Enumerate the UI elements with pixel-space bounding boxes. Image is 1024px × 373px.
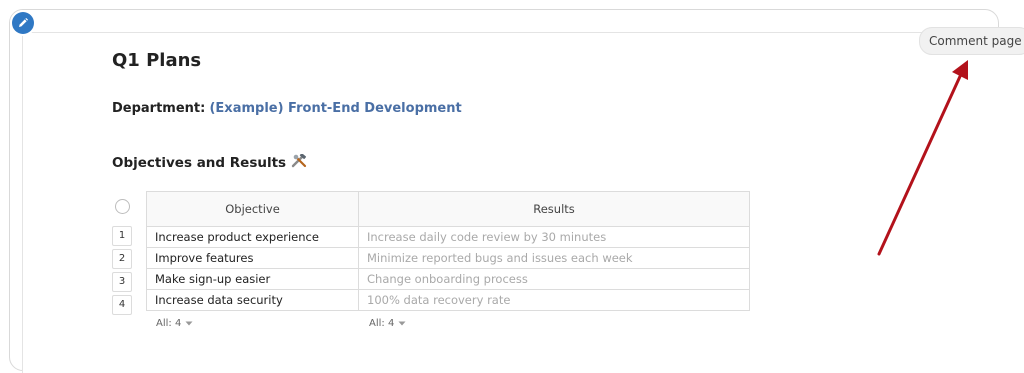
objective-count-label: All: 4 <box>156 318 182 329</box>
row-number[interactable]: 3 <box>112 272 132 292</box>
results-count-dropdown[interactable]: All: 4 <box>369 318 406 329</box>
row-number[interactable]: 2 <box>112 249 132 269</box>
column-header-objective[interactable]: Objective <box>146 191 359 227</box>
objectives-table: Objective Results Increase product exper… <box>146 191 750 311</box>
caret-down-icon <box>185 318 193 329</box>
result-cell[interactable]: Change onboarding process <box>358 268 750 290</box>
result-cell[interactable]: 100% data recovery rate <box>358 289 750 311</box>
objective-cell[interactable]: Increase data security <box>146 289 359 311</box>
objective-cell[interactable]: Improve features <box>146 247 359 269</box>
caret-down-icon <box>398 318 406 329</box>
table-row[interactable]: Improve features Minimize reported bugs … <box>146 247 750 269</box>
objective-count-dropdown[interactable]: All: 4 <box>156 318 193 329</box>
table-row[interactable]: Increase product experience Increase dai… <box>146 226 750 248</box>
section-heading: Objectives and Results <box>112 153 307 172</box>
objective-cell[interactable]: Increase product experience <box>146 226 359 248</box>
section-heading-text: Objectives and Results <box>112 155 287 171</box>
objective-cell[interactable]: Make sign-up easier <box>146 268 359 290</box>
pencil-icon <box>17 14 29 33</box>
select-all-radio[interactable] <box>115 199 130 214</box>
comment-page-button[interactable]: Comment page <box>919 27 1024 55</box>
result-cell[interactable]: Minimize reported bugs and issues each w… <box>358 247 750 269</box>
results-count-label: All: 4 <box>369 318 395 329</box>
row-number-column: 1 2 3 4 <box>112 226 132 318</box>
department-line: Department: (Example) Front-End Developm… <box>112 101 462 116</box>
result-cell[interactable]: Increase daily code review by 30 minutes <box>358 226 750 248</box>
table-header-row: Objective Results <box>146 191 750 227</box>
department-label: Department: <box>112 101 206 116</box>
table-row[interactable]: Increase data security 100% data recover… <box>146 289 750 311</box>
tools-icon <box>291 153 307 172</box>
edit-button[interactable] <box>12 12 34 34</box>
row-number[interactable]: 1 <box>112 226 132 246</box>
row-number[interactable]: 4 <box>112 295 132 315</box>
column-header-results[interactable]: Results <box>358 191 750 227</box>
table-row[interactable]: Make sign-up easier Change onboarding pr… <box>146 268 750 290</box>
department-link[interactable]: (Example) Front-End Development <box>209 101 461 116</box>
page-title: Q1 Plans <box>112 50 202 71</box>
